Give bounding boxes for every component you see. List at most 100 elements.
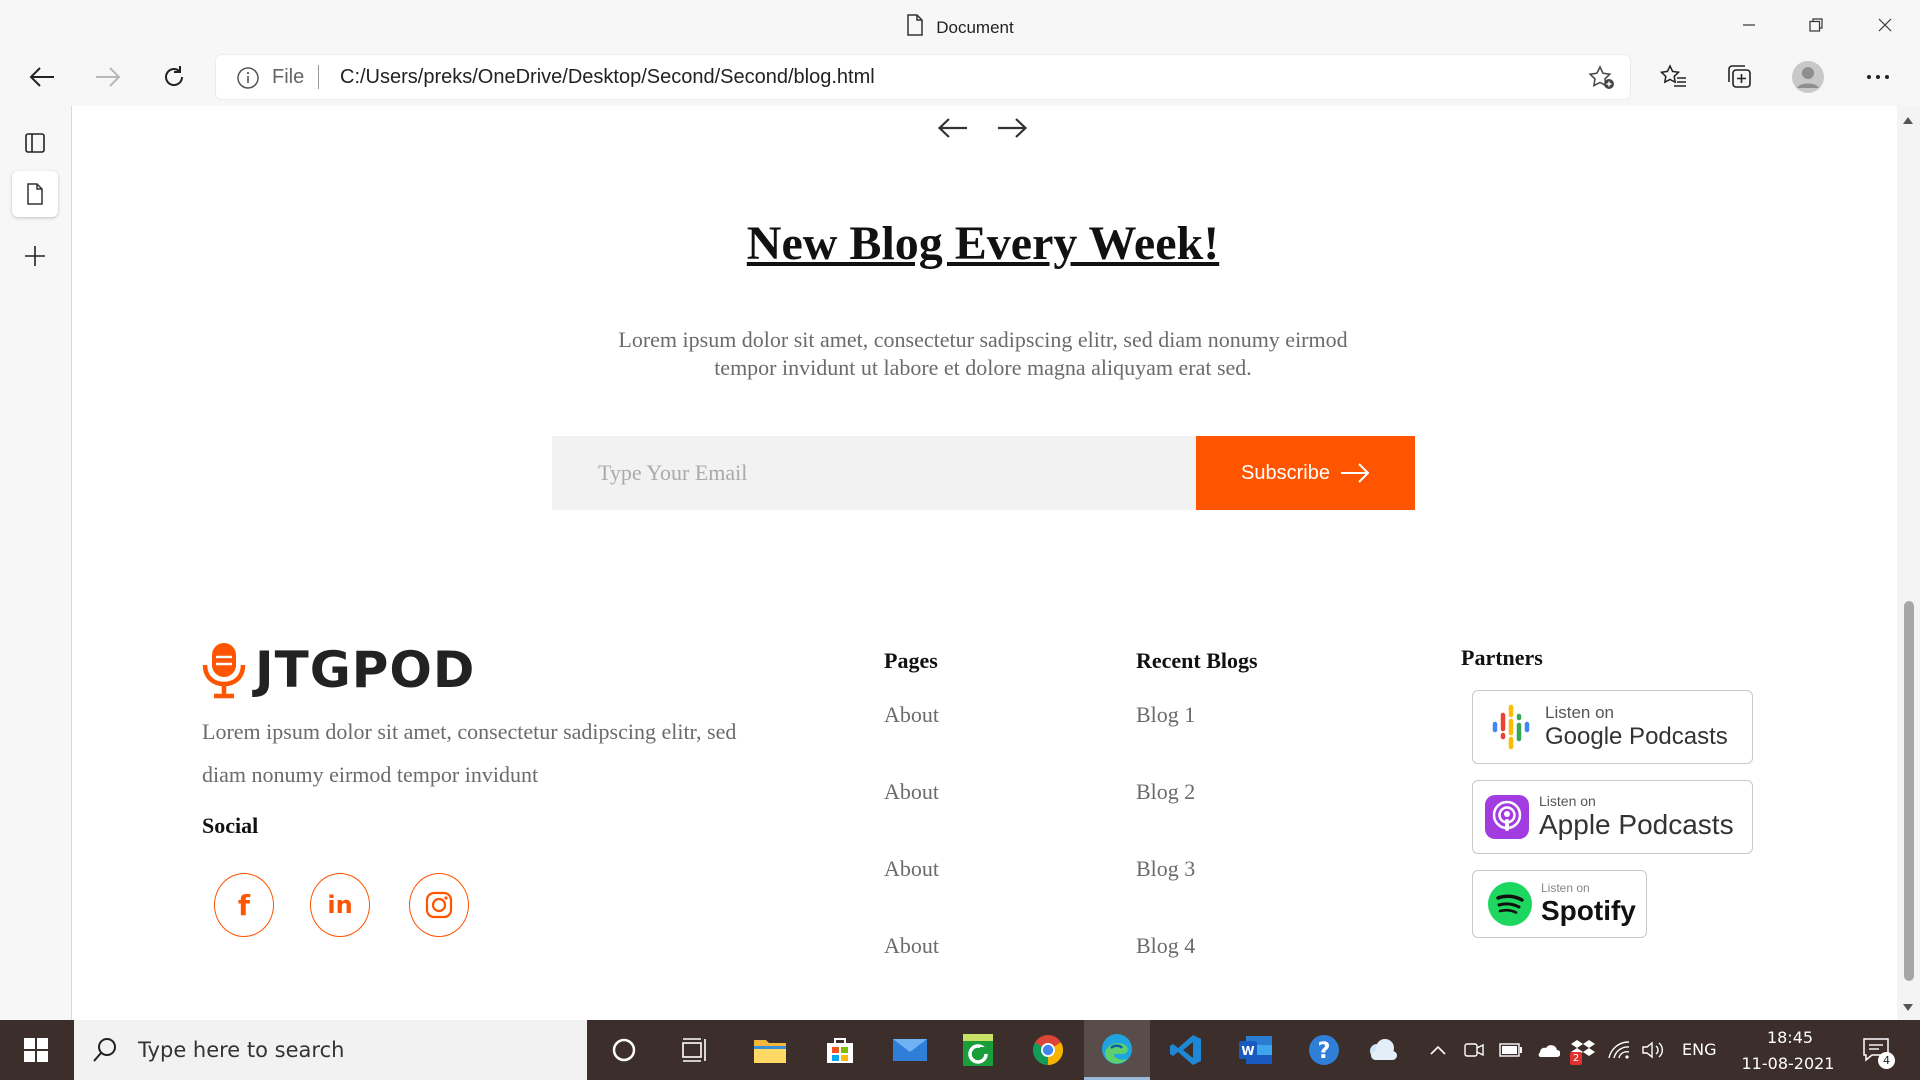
tray-dropbox[interactable]: 2 (1568, 1020, 1598, 1080)
minimize-icon (1743, 24, 1755, 26)
add-favorite-icon[interactable] (1588, 65, 1616, 96)
help-icon: ? (1309, 1035, 1339, 1065)
taskbar-mail[interactable] (882, 1020, 938, 1080)
footer-link-about[interactable]: About (884, 702, 939, 728)
title-bar: Document (0, 0, 1920, 50)
start-button[interactable] (0, 1020, 72, 1080)
new-tab-button[interactable] (12, 233, 58, 279)
arrow-left-icon (29, 67, 54, 87)
dropbox-badge: 2 (1570, 1052, 1582, 1065)
svg-text:W: W (1241, 1044, 1254, 1058)
taskbar-store[interactable] (812, 1020, 868, 1080)
restore-button[interactable] (1793, 8, 1839, 42)
brand-logo[interactable]: JTGPOD (197, 639, 475, 701)
scroll-up-icon[interactable] (1903, 117, 1913, 124)
spotify-icon (1488, 882, 1532, 926)
footer-link-about[interactable]: About (884, 933, 939, 959)
page-viewport: New Blog Every Week! Lorem ipsum dolor s… (73, 106, 1897, 1020)
settings-menu-button[interactable] (1856, 55, 1900, 99)
taskbar: Type here to search W ? 2 ENG 18:45 11-0… (0, 1020, 1920, 1080)
favorites-icon (1660, 64, 1686, 87)
scroll-down-icon[interactable] (1903, 1004, 1913, 1011)
tab-actions-icon (25, 133, 45, 153)
arrow-right-icon (1340, 463, 1370, 483)
arrow-left-icon (937, 118, 967, 138)
vscode-icon (1170, 1035, 1201, 1065)
info-icon[interactable] (236, 66, 260, 95)
partners-heading: Partners (1461, 645, 1543, 670)
badge-big-text: Google Podcasts (1545, 723, 1728, 750)
close-icon (1878, 18, 1892, 32)
instagram-icon (425, 891, 453, 919)
windows-icon (24, 1038, 48, 1062)
back-button[interactable] (20, 55, 64, 99)
tab-actions-button[interactable] (12, 120, 58, 166)
scroll-thumb[interactable] (1904, 601, 1914, 981)
facebook-button[interactable]: f (214, 873, 274, 937)
subscribe-button[interactable]: Subscribe (1196, 436, 1415, 510)
facebook-icon: f (237, 888, 251, 922)
collections-icon (1728, 65, 1751, 88)
footer-link-about[interactable]: About (884, 779, 939, 805)
email-field[interactable] (552, 436, 1196, 510)
taskbar-file-explorer[interactable] (742, 1020, 798, 1080)
address-bar[interactable]: File C:/Users/preks/OneDrive/Desktop/Sec… (216, 55, 1630, 99)
tray-overflow-button[interactable] (1424, 1020, 1452, 1080)
meet-icon (1464, 1043, 1484, 1057)
linkedin-icon: in (327, 891, 353, 919)
minimize-button[interactable] (1726, 8, 1772, 42)
carousel-prev-button[interactable] (931, 110, 975, 146)
tray-onedrive[interactable] (1532, 1020, 1562, 1080)
taskbar-edge[interactable] (1084, 1020, 1150, 1080)
taskbar-word[interactable]: W (1228, 1020, 1284, 1080)
footer-link-blog-4[interactable]: Blog 4 (1136, 933, 1195, 959)
badge-small-text: Listen on (1545, 703, 1614, 722)
forward-button[interactable] (86, 55, 130, 99)
apple-podcasts-badge[interactable]: Listen on Apple Podcasts (1472, 780, 1753, 854)
tray-volume[interactable] (1638, 1020, 1668, 1080)
instagram-button[interactable] (409, 873, 469, 937)
favorites-button[interactable] (1652, 55, 1696, 99)
vertical-tab-strip (0, 106, 72, 1020)
profile-button[interactable] (1786, 55, 1830, 99)
footer-link-blog-1[interactable]: Blog 1 (1136, 702, 1195, 728)
refresh-button[interactable] (152, 55, 196, 99)
page-scrollbar[interactable] (1897, 106, 1920, 1020)
collections-button[interactable] (1718, 55, 1762, 99)
footer-link-blog-2[interactable]: Blog 2 (1136, 779, 1195, 805)
google-podcasts-badge[interactable]: Listen on Google Podcasts (1472, 690, 1753, 764)
tray-meet-now[interactable] (1461, 1020, 1487, 1080)
tray-battery[interactable] (1496, 1020, 1526, 1080)
taskbar-utorrent[interactable] (950, 1020, 1006, 1080)
footer-link-about[interactable]: About (884, 856, 939, 882)
window-title-text: Document (936, 18, 1014, 37)
carousel-next-button[interactable] (990, 110, 1034, 146)
clock-time[interactable]: 18:45 (1760, 1028, 1820, 1047)
arrow-right-icon (998, 118, 1028, 138)
document-icon (906, 14, 924, 41)
footer-link-blog-3[interactable]: Blog 3 (1136, 856, 1195, 882)
newsletter-description: Lorem ipsum dolor sit amet, consectetur … (618, 327, 1348, 380)
cortana-button[interactable] (596, 1020, 652, 1080)
spotify-badge[interactable]: Listen on Spotify (1472, 870, 1647, 938)
wifi-icon (1608, 1041, 1630, 1059)
clock-date[interactable]: 11-08-2021 (1728, 1054, 1848, 1073)
taskbar-chrome[interactable] (1020, 1020, 1076, 1080)
taskbar-search[interactable]: Type here to search (74, 1020, 587, 1080)
language-indicator[interactable]: ENG (1682, 1040, 1716, 1059)
tab-document[interactable] (12, 171, 58, 217)
chevron-up-icon (1430, 1045, 1446, 1055)
linkedin-button[interactable]: in (310, 873, 370, 937)
task-view-button[interactable] (668, 1020, 724, 1080)
restore-icon (1809, 18, 1823, 32)
taskbar-weather[interactable] (1356, 1020, 1408, 1080)
url-text[interactable]: C:/Users/preks/OneDrive/Desktop/Second/S… (340, 66, 875, 89)
taskbar-help[interactable]: ? (1296, 1020, 1352, 1080)
tray-network[interactable] (1604, 1020, 1634, 1080)
taskbar-vscode[interactable] (1158, 1020, 1214, 1080)
notification-center-button[interactable]: 4 (1854, 1020, 1898, 1080)
close-window-button[interactable] (1862, 8, 1908, 42)
browser-toolbar: File C:/Users/preks/OneDrive/Desktop/Sec… (0, 50, 1920, 106)
mail-icon (893, 1039, 927, 1061)
address-separator (318, 65, 319, 89)
